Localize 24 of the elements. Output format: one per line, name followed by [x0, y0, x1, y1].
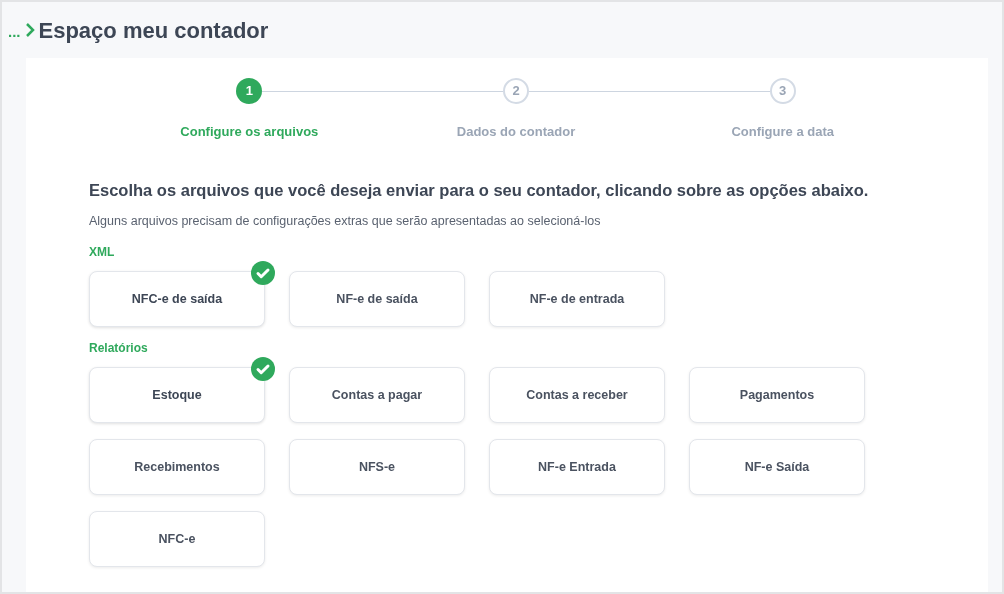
instruction-text: Alguns arquivos precisam de configurações extras que serão apresentadas ao selecioná-los: [89, 213, 602, 231]
group-title: XML: [89, 244, 116, 261]
file-option-card[interactable]: Contas a pagar: [289, 367, 465, 423]
step-number: 3: [769, 78, 796, 104]
file-option-card[interactable]: Pagamentos: [689, 367, 865, 423]
file-option-card[interactable]: NFS-e: [289, 439, 465, 495]
file-option-card[interactable]: NFC-e de saída: [89, 271, 265, 327]
file-option-card[interactable]: NF-e Saída: [689, 439, 865, 495]
section-heading: Escolha os arquivos que você deseja enviar para o seu contador, clicando sobre as opções abaixo.: [89, 179, 870, 201]
file-option-card[interactable]: NF-e de entrada: [489, 271, 665, 327]
step-number: 2: [503, 78, 529, 104]
step-number: 1: [236, 78, 263, 104]
file-option-card[interactable]: Contas a receber: [489, 367, 665, 423]
step-label: Dados do contador: [456, 123, 576, 141]
file-option-card[interactable]: NF-e de saída: [289, 271, 465, 327]
page-title: Espaço meu contador: [38, 16, 269, 45]
group-title: Relatórios: [89, 340, 149, 357]
step-label: Configure a data: [731, 123, 834, 141]
step-label: Configure os arquivos: [180, 123, 319, 141]
file-option-card[interactable]: NF-e Entrada: [489, 439, 665, 495]
chevron-right-icon: [24, 22, 35, 38]
file-option-card[interactable]: Recebimentos: [89, 439, 265, 495]
file-option-card[interactable]: Estoque: [89, 367, 265, 423]
file-option-card[interactable]: NFC-e: [89, 511, 265, 567]
